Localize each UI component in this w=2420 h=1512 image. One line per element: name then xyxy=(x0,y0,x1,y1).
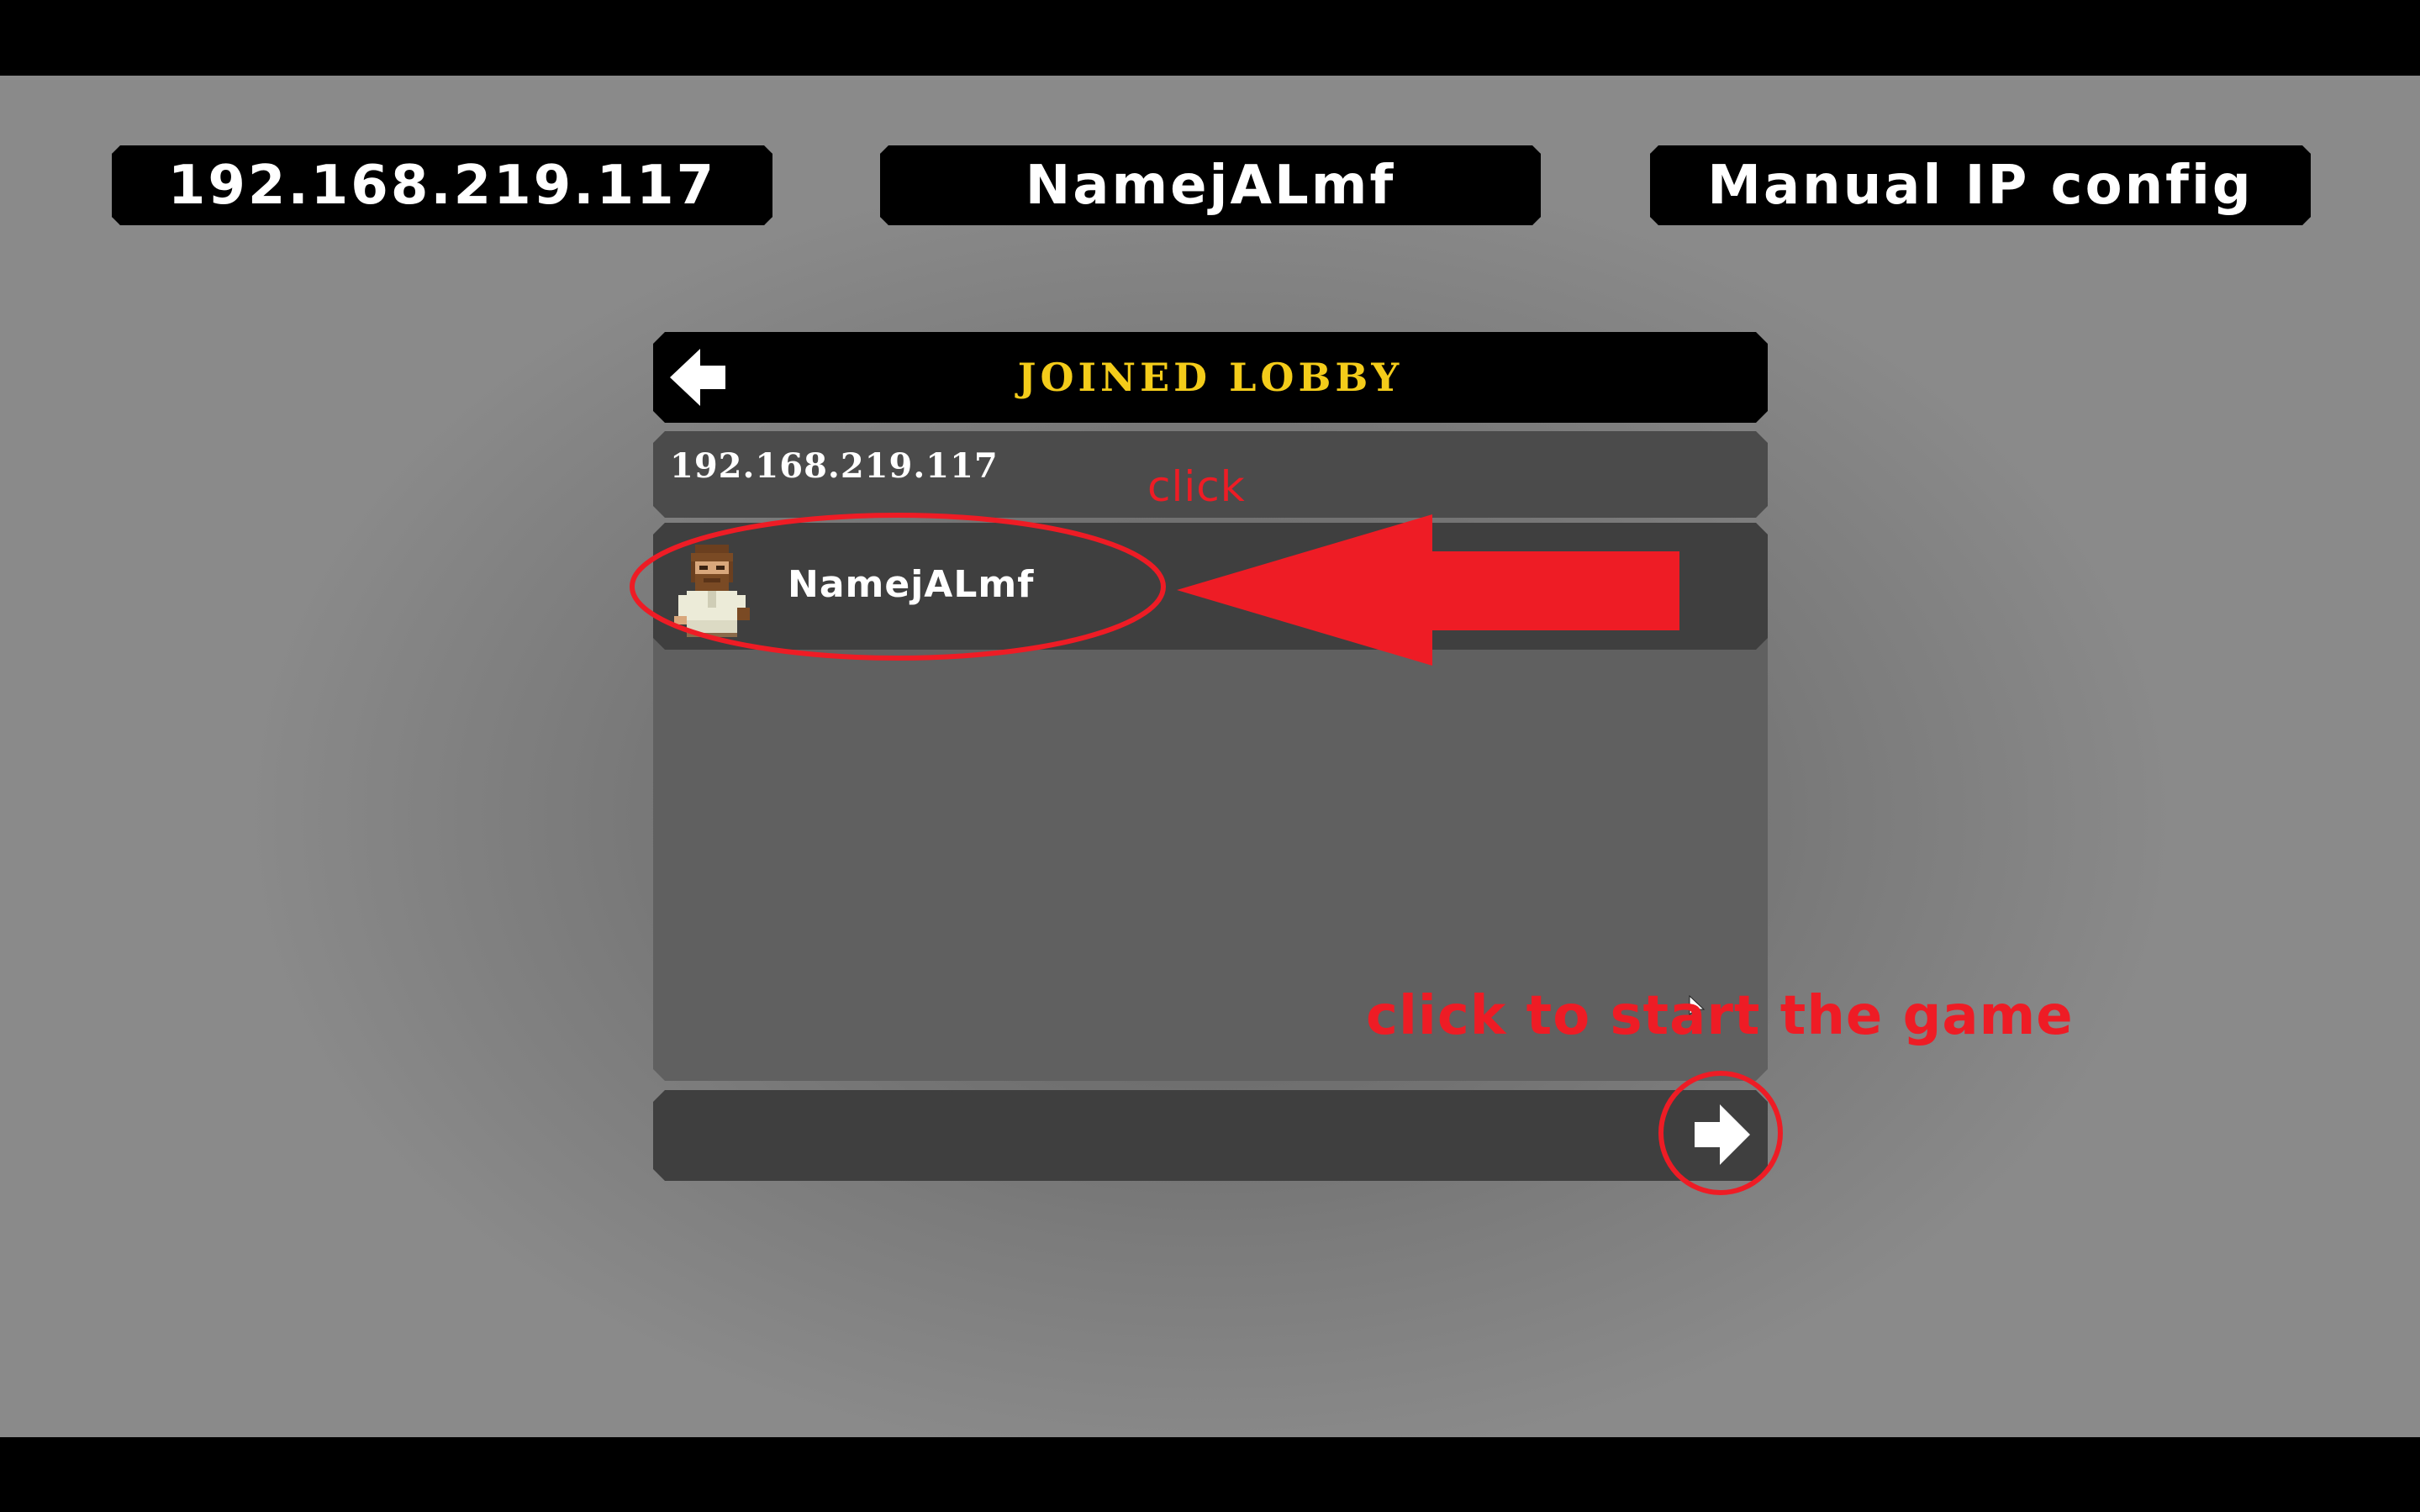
letterbox-top xyxy=(0,0,2420,76)
manual-ip-config-button[interactable]: Manual IP config xyxy=(1650,145,2311,225)
lobby-host-ip: 192.168.219.117 xyxy=(670,446,999,486)
lobby-header: JOINED LOBBY xyxy=(653,332,1768,423)
player-name-text: NamejALmf xyxy=(1025,154,1396,217)
player-list-item[interactable]: NamejALmf xyxy=(653,523,1768,650)
start-game-button[interactable] xyxy=(1690,1099,1753,1170)
annotation-click-label: click xyxy=(1147,462,1246,511)
player-name-box: NamejALmf xyxy=(880,145,1541,225)
letterbox-bottom xyxy=(0,1437,2420,1512)
arrow-right-icon xyxy=(1695,1104,1750,1165)
avatar xyxy=(670,545,754,637)
game-screen: 192.168.219.117 NamejALmf Manual IP conf… xyxy=(0,0,2420,1512)
local-ip-box: 192.168.219.117 xyxy=(112,145,772,225)
lobby-title: JOINED LOBBY xyxy=(1017,355,1404,400)
local-ip-text: 192.168.219.117 xyxy=(167,154,717,217)
player-list-name: NamejALmf xyxy=(788,563,1035,606)
annotation-start-label: click to start the game xyxy=(1366,985,2074,1047)
manual-ip-config-label: Manual IP config xyxy=(1707,154,2254,217)
lobby-footer xyxy=(653,1090,1768,1181)
